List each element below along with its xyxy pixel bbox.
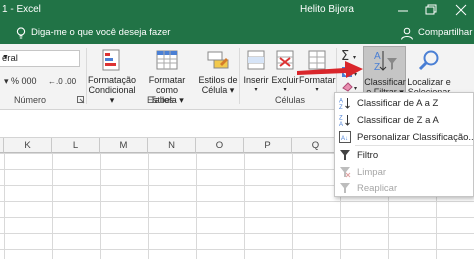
menu-item-label: Reaplicar [357,183,398,194]
sort-filter-label-1: Classificar [364,77,406,87]
conditional-formatting-label-1: Formatação [88,75,137,85]
svg-text:Z: Z [339,105,343,109]
menu-item-label: Filtro [357,150,379,161]
conditional-formatting-label-2: Condicional ▾ [88,85,136,105]
svg-text:A: A [339,99,343,105]
tell-me-bar: Diga-me o que você deseja fazer Comparti… [0,22,474,44]
group-label-estilos: Estilos [147,95,174,105]
menu-item-clear: Limpar [335,164,474,181]
group-divider [86,48,87,104]
menu-item-reapply: Reaplicar [335,180,474,197]
cell-styles-label-1: Estilos de [198,75,238,85]
window-title: 1 - Excel [2,4,41,15]
dialog-launcher-icon[interactable] [77,96,85,104]
menu-separator [355,145,473,146]
funnel-icon [340,150,350,160]
menu-item-label: Personalizar Classificação... [357,132,474,143]
sort-a-z-icon: A Z [339,98,350,109]
svg-text:▾: ▾ [354,85,357,92]
reapply-filter-icon [340,183,350,193]
insert-cells-icon [247,50,265,70]
group-label-celulas: Células [275,95,306,105]
cell-styles-button[interactable]: Estilos de Célula ▾ [198,48,238,95]
menu-item-sort-z-a[interactable]: Z A Classificar de Z a A [335,112,474,129]
group-label-numero: Número [14,95,47,105]
close-icon[interactable] [452,2,470,18]
column-header-o[interactable]: O [196,138,244,153]
share-person-icon[interactable] [400,27,414,40]
clear-eraser-icon[interactable]: ▾ [341,80,361,92]
lightbulb-icon [16,27,26,39]
svg-text:A: A [339,122,343,126]
number-format-buttons[interactable]: ▾ % 000 ←.0 .00 [4,74,80,88]
format-table-icon [156,50,178,70]
group-divider [239,48,240,104]
menu-item-label: Classificar de A a Z [357,98,439,109]
share-button[interactable]: Compartilhar [418,27,472,38]
sort-filter-button[interactable]: A Z Classificar e Filtrar ▾ [364,48,406,97]
restore-icon[interactable] [421,2,439,18]
menu-item-label: Classificar de Z a A [357,115,439,126]
insert-caret: ▾ [254,87,258,93]
menu-item-custom-sort[interactable]: A↓ Personalizar Classificação... [335,129,474,146]
column-header-m[interactable]: M [100,138,148,153]
sort-filter-menu: A Z Classificar de A a Z Z A Classificar… [334,92,474,197]
clear-filter-icon [340,167,351,178]
format-table-label-1: Formatar como [148,75,186,95]
delete-caret: ▾ [283,87,287,93]
insert-cells-button[interactable]: Inserir ▾ [241,48,271,95]
svg-text:A: A [374,51,381,62]
column-header-k[interactable]: K [4,138,52,153]
svg-text:▾ % 000: ▾ % 000 [4,76,37,86]
svg-text:A↓: A↓ [341,136,348,142]
menu-item-filter[interactable]: Filtro [335,147,474,164]
user-name[interactable]: Helito Bijora [300,4,354,15]
column-header-p[interactable]: P [244,138,292,153]
minimize-icon[interactable] [394,2,412,18]
sort-z-a-icon: Z A [339,115,350,126]
cell-styles-label-2: Célula ▾ [201,85,235,95]
chevron-down-icon: ▼ [2,54,9,61]
delete-cells-icon [276,50,294,70]
svg-text:←.0 .00: ←.0 .00 [48,77,77,86]
sort-filter-icon: A Z [374,51,397,73]
insert-label: Inserir [243,75,269,85]
format-caret: ▾ [315,87,319,93]
magnifier-icon [418,50,439,71]
svg-text:Z: Z [339,116,343,122]
title-bar: 1 - Excel Helito Bijora [0,0,474,22]
cell-styles-icon [207,51,229,69]
column-header-n[interactable]: N [148,138,196,153]
conditional-formatting-button[interactable]: Formatação Condicional ▾ [88,48,136,105]
svg-text:Z: Z [374,62,380,73]
conditional-formatting-icon [102,49,120,71]
column-header-q[interactable]: Q [292,138,340,153]
column-header-l[interactable]: L [52,138,100,153]
red-arrow-annotation [297,61,363,78]
menu-item-sort-a-z[interactable]: A Z Classificar de A a Z [335,95,474,112]
tell-me-input[interactable]: Diga-me o que você deseja fazer [31,27,170,38]
custom-sort-icon: A↓ [339,131,351,143]
menu-item-label: Limpar [357,167,387,178]
find-select-label-1: Localizar e [407,77,451,87]
number-format-select[interactable]: eral ▼ [0,50,80,67]
